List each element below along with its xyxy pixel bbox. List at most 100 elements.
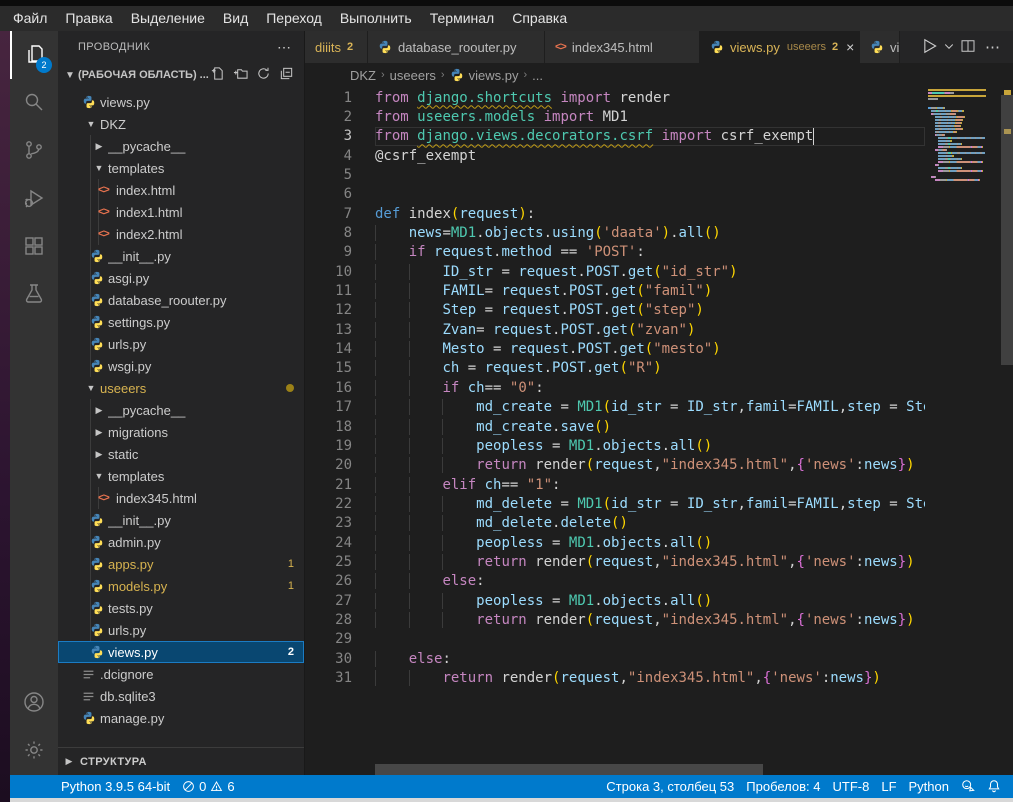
tree-item-index2-html[interactable]: <>index2.html bbox=[58, 223, 304, 245]
menu-item-Переход[interactable]: Переход bbox=[257, 6, 331, 31]
code-line-content: peopless = MD1.objects.all() bbox=[375, 436, 925, 455]
activity-bar-search[interactable] bbox=[10, 79, 58, 127]
gear-icon bbox=[22, 738, 46, 765]
menu-item-Выделение[interactable]: Выделение bbox=[122, 6, 214, 31]
language-mode-status[interactable]: Python bbox=[903, 779, 955, 794]
workspace-section-header[interactable]: ▼ (РАБОЧАЯ ОБЛАСТЬ) ... bbox=[58, 63, 304, 87]
tree-item-index345-html[interactable]: <>index345.html bbox=[58, 487, 304, 509]
python-file-icon bbox=[90, 535, 108, 549]
tree-item-manage-py[interactable]: manage.py bbox=[58, 707, 304, 729]
tree-item-static[interactable]: ▶static bbox=[58, 443, 304, 465]
encoding-status[interactable]: UTF-8 bbox=[827, 779, 876, 794]
tree-item-templates[interactable]: ▼templates bbox=[58, 157, 304, 179]
minimap[interactable] bbox=[928, 88, 1000, 181]
python-interpreter-status[interactable]: Python 3.9.5 64-bit bbox=[55, 779, 176, 794]
tab-diiits[interactable]: diiits2 bbox=[305, 31, 368, 63]
tree-item-wsgi-py[interactable]: wsgi.py bbox=[58, 355, 304, 377]
refresh-explorer-button[interactable] bbox=[256, 66, 271, 84]
tree-item--pycache-[interactable]: ▶__pycache__ bbox=[58, 399, 304, 421]
tree-item-label: urls.py bbox=[108, 623, 304, 638]
menu-item-Файл[interactable]: Файл bbox=[4, 6, 56, 31]
outline-section-header[interactable]: ▶ СТРУКТУРА bbox=[58, 747, 304, 775]
tree-item-index1-html[interactable]: <>index1.html bbox=[58, 201, 304, 223]
tree-item-views-py[interactable]: views.py bbox=[58, 91, 304, 113]
run-python-file-button[interactable] bbox=[919, 36, 939, 59]
activity-bar-testing[interactable] bbox=[10, 271, 58, 319]
activity-bar-settings[interactable] bbox=[10, 727, 58, 775]
vertical-scrollbar[interactable] bbox=[1001, 95, 1013, 365]
python-file-icon bbox=[90, 359, 108, 373]
activity-badge: 2 bbox=[36, 57, 52, 73]
tree-item--dcignore[interactable]: .dcignore bbox=[58, 663, 304, 685]
tree-item--init-py[interactable]: __init__.py bbox=[58, 509, 304, 531]
menu-item-Вид[interactable]: Вид bbox=[214, 6, 257, 31]
activity-bar-account[interactable] bbox=[10, 679, 58, 727]
line-number: 12 bbox=[305, 302, 352, 318]
run-dropdown-button[interactable] bbox=[943, 40, 955, 55]
activity-bar-source-control[interactable] bbox=[10, 127, 58, 175]
tree-item--pycache-[interactable]: ▶__pycache__ bbox=[58, 135, 304, 157]
breadcrumb-label: views.py bbox=[469, 68, 519, 83]
activity-bar-explorer[interactable]: 2 bbox=[10, 31, 58, 79]
split-editor-button[interactable] bbox=[959, 37, 977, 58]
new-file-button[interactable] bbox=[210, 66, 225, 84]
horizontal-scrollbar[interactable] bbox=[375, 764, 763, 775]
activity-bar-extensions[interactable] bbox=[10, 223, 58, 271]
tree-item-index-html[interactable]: <>index.html bbox=[58, 179, 304, 201]
breadcrumb-item-useeers[interactable]: useeers bbox=[390, 68, 436, 83]
feedback-button[interactable] bbox=[955, 779, 981, 793]
tree-item-templates[interactable]: ▼templates bbox=[58, 465, 304, 487]
tree-item-models-py[interactable]: models.py1 bbox=[58, 575, 304, 597]
code-line-30: 30 else: bbox=[305, 649, 925, 668]
tree-item-views-py[interactable]: views.py2 bbox=[58, 641, 304, 663]
tree-item-label: manage.py bbox=[100, 711, 304, 726]
python-file-icon bbox=[90, 579, 108, 593]
code-editor[interactable]: 1from django.shortcuts import render2fro… bbox=[305, 88, 925, 764]
more-actions-icon[interactable]: ⋯ bbox=[277, 39, 292, 56]
tab-views-py[interactable]: views.pyuseeers2× bbox=[700, 31, 860, 63]
line-number: 27 bbox=[305, 593, 352, 609]
tree-item-database-roouter-py[interactable]: database_roouter.py bbox=[58, 289, 304, 311]
breadcrumb-item-views-py[interactable]: views.py bbox=[450, 68, 519, 83]
tree-item-asgi-py[interactable]: asgi.py bbox=[58, 267, 304, 289]
indentation-status[interactable]: Пробелов: 4 bbox=[740, 779, 826, 794]
more-actions-button[interactable]: ⋯ bbox=[981, 38, 1005, 56]
tree-item-useeers[interactable]: ▼useeers bbox=[58, 377, 304, 399]
tree-item-urls-py[interactable]: urls.py bbox=[58, 619, 304, 641]
breadcrumb-item-dkz[interactable]: DKZ bbox=[350, 68, 376, 83]
python-file-icon bbox=[82, 711, 100, 725]
new-folder-button[interactable] bbox=[233, 66, 248, 84]
tree-item-urls-py[interactable]: urls.py bbox=[58, 333, 304, 355]
modified-dot-icon bbox=[286, 384, 294, 392]
tree-item-admin-py[interactable]: admin.py bbox=[58, 531, 304, 553]
menu-item-Справка[interactable]: Справка bbox=[503, 6, 576, 31]
tab-vie[interactable]: vie bbox=[860, 31, 900, 63]
menu-item-Выполнить[interactable]: Выполнить bbox=[331, 6, 421, 31]
problems-status[interactable]: 0 6 bbox=[176, 779, 240, 794]
tab-index345-html[interactable]: <>index345.html bbox=[545, 31, 700, 63]
notifications-button[interactable] bbox=[981, 779, 1007, 793]
tree-item-migrations[interactable]: ▶migrations bbox=[58, 421, 304, 443]
cursor-position-status[interactable]: Строка 3, столбец 53 bbox=[600, 779, 740, 794]
menu-item-Правка[interactable]: Правка bbox=[56, 6, 121, 31]
tree-item-tests-py[interactable]: tests.py bbox=[58, 597, 304, 619]
desktop-background-strip bbox=[0, 31, 10, 802]
menu-bar: ФайлПравкаВыделениеВидПереходВыполнитьТе… bbox=[0, 6, 1013, 31]
line-number: 30 bbox=[305, 651, 352, 667]
tree-item-dkz[interactable]: ▼DKZ bbox=[58, 113, 304, 135]
line-number: 13 bbox=[305, 322, 352, 338]
activity-bar-run-and-debug[interactable] bbox=[10, 175, 58, 223]
tree-item--init-py[interactable]: __init__.py bbox=[58, 245, 304, 267]
line-number: 24 bbox=[305, 535, 352, 551]
problems-badge: 1 bbox=[288, 580, 294, 592]
breadcrumb-item--[interactable]: ... bbox=[532, 68, 543, 83]
eol-status[interactable]: LF bbox=[875, 779, 902, 794]
tree-item-apps-py[interactable]: apps.py1 bbox=[58, 553, 304, 575]
tree-item-settings-py[interactable]: settings.py bbox=[58, 311, 304, 333]
tab-database-roouter-py[interactable]: database_roouter.py bbox=[368, 31, 545, 63]
close-icon[interactable]: × bbox=[846, 39, 854, 55]
collapse-folders-button[interactable] bbox=[279, 66, 294, 84]
tree-item-db-sqlite3[interactable]: db.sqlite3 bbox=[58, 685, 304, 707]
menu-item-Терминал[interactable]: Терминал bbox=[421, 6, 503, 31]
code-line-8: 8 news=MD1.objects.using('daata').all() bbox=[305, 223, 925, 242]
